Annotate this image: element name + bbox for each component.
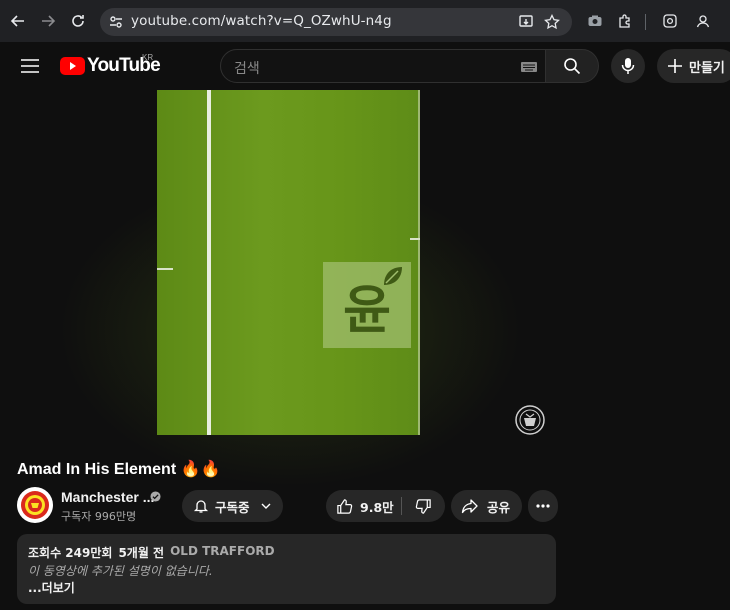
install-app-icon[interactable] [518,14,534,30]
dislike-button[interactable] [402,490,445,522]
microphone-icon [621,58,635,74]
search-button[interactable] [545,49,599,83]
pitch-line [418,90,420,435]
search-placeholder: 검색 [234,61,260,77]
back-arrow-icon[interactable] [6,9,30,33]
like-dislike-group: 9.8만 [326,490,445,522]
youtube-play-logo-icon [60,57,85,75]
pitch-line [410,238,420,240]
video-player[interactable]: 윤 [157,90,420,435]
logo-region-code: KR [142,53,154,62]
verified-check-icon [150,491,161,502]
plus-icon [668,59,682,73]
camera-icon[interactable] [584,10,606,32]
create-label: 만들기 [689,60,725,76]
club-crest-icon [515,405,545,435]
club-crest-icon [21,491,49,519]
pitch-line [157,268,173,270]
voice-search-button[interactable] [611,49,645,83]
thumbs-up-icon [337,498,353,514]
show-more-link[interactable]: ...더보기 [28,579,75,596]
bell-icon [193,500,209,513]
youtube-header: YouTube KR 검색 만들기 [0,42,730,90]
watermark-badge: 윤 [323,262,411,348]
puzzle-icon[interactable] [614,10,636,32]
search-input[interactable]: 검색 [220,49,546,83]
site-info-icon[interactable] [109,15,123,29]
profile-icon[interactable] [692,10,714,32]
url-text: youtube.com/watch?v=Q_OZwhU-n4g [131,13,392,29]
forward-arrow-icon[interactable] [36,9,60,33]
share-arrow-icon [461,499,478,514]
hamburger-menu-icon[interactable] [16,52,44,80]
leaf-icon [384,267,402,285]
avatar[interactable] [17,487,53,523]
more-actions-button[interactable] [528,490,558,522]
subscribe-button[interactable]: 구독중 [182,490,283,522]
view-count: 조회수 249만회 [28,546,113,560]
bookmark-star-icon[interactable] [544,14,560,30]
video-title: Amad In His Element 🔥🔥 [17,461,221,478]
search-icon [564,58,581,75]
browser-toolbar: youtube.com/watch?v=Q_OZwhU-n4g [0,0,730,42]
description-text: 이 동영상에 추가된 설명이 없습니다. [28,564,213,578]
share-label: 공유 [487,499,511,515]
pitch-line [207,90,211,435]
like-count: 9.8만 [360,499,394,515]
toolbar-divider [645,14,646,30]
upload-age: 5개월 전 [118,546,165,560]
reload-icon[interactable] [66,9,90,33]
channel-name[interactable]: Manchester ... [61,489,154,505]
share-button[interactable]: 공유 [451,490,522,522]
more-horizontal-icon [536,504,550,508]
keyboard-icon[interactable] [521,62,537,72]
screenshot-icon[interactable] [659,10,681,32]
chevron-down-icon [261,503,271,509]
address-bar[interactable]: youtube.com/watch?v=Q_OZwhU-n4g [100,8,572,36]
like-button[interactable]: 9.8만 [326,490,401,522]
location-tag[interactable]: OLD TRAFFORD [170,544,275,561]
subscriber-count: 구독자 996만명 [61,510,137,523]
description-box[interactable]: 조회수 249만회 5개월 전 OLD TRAFFORD 이 동영상에 추가된 … [17,534,556,604]
subscribe-label: 구독중 [215,499,250,515]
thumbs-down-icon [415,498,431,514]
description-meta: 조회수 249만회 5개월 전 OLD TRAFFORD [28,544,275,561]
create-button[interactable]: 만들기 [657,49,730,83]
